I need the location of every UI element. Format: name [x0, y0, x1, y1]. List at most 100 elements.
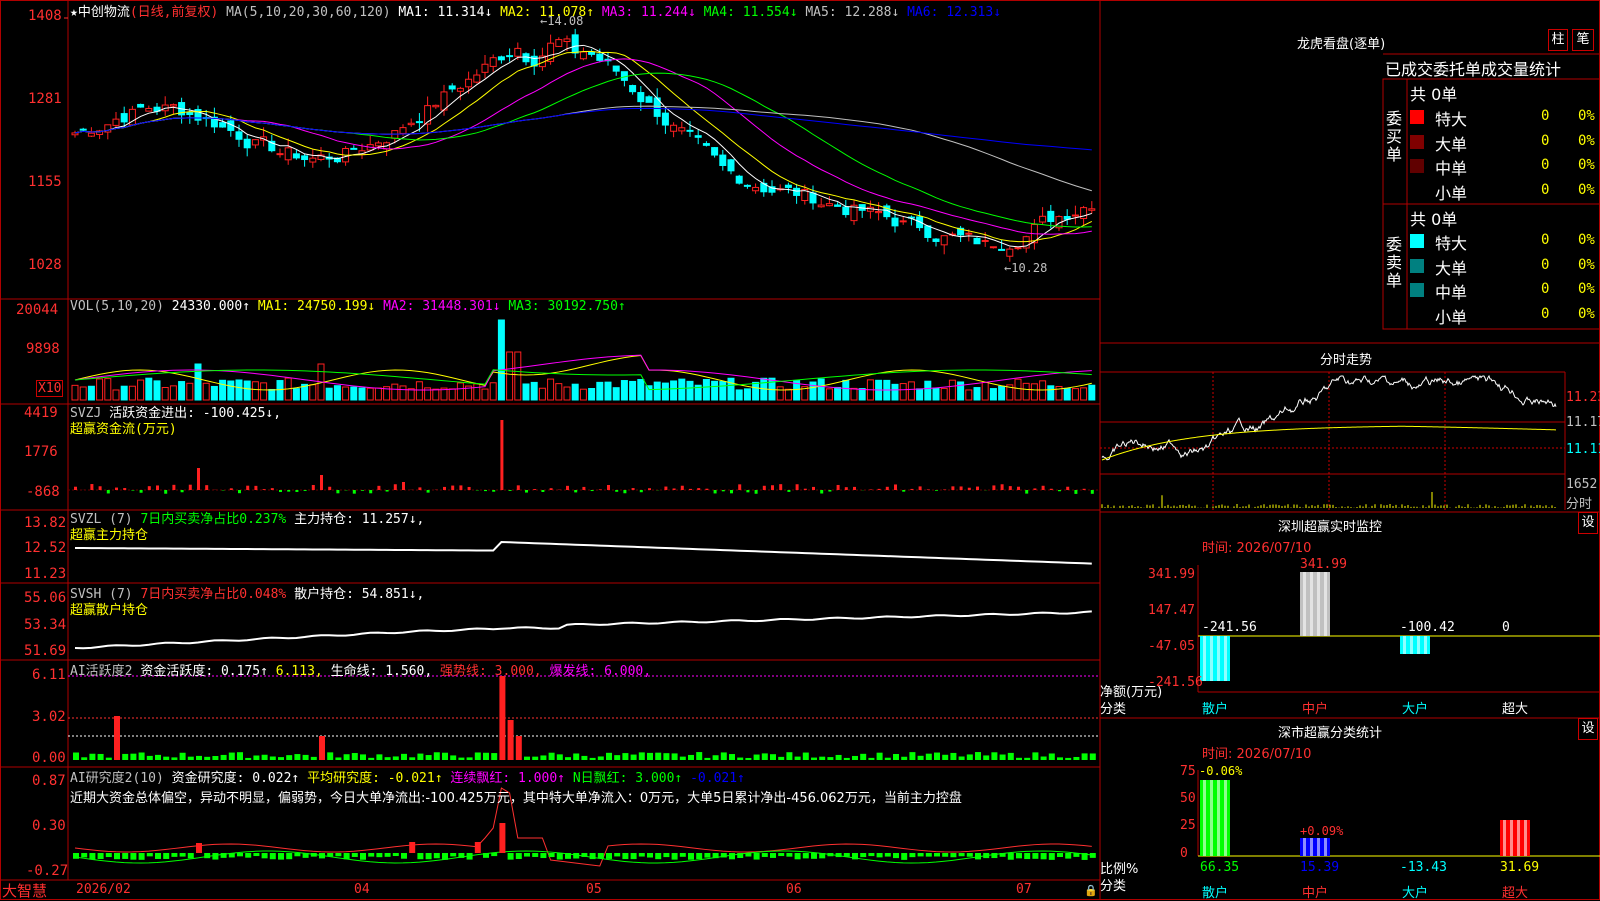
volume-bar	[605, 382, 611, 400]
candle-body	[138, 104, 144, 107]
ai2-bar	[647, 853, 653, 858]
volume-bar	[712, 381, 718, 400]
volume-bar	[933, 388, 939, 400]
svzj-bar	[992, 485, 995, 490]
svzj-bar	[591, 490, 594, 491]
order-count: 0	[1541, 232, 1549, 248]
candle-body	[785, 185, 791, 187]
ai1-bar	[573, 753, 579, 760]
y-label-main-0: 1408	[28, 8, 62, 24]
brand-logo[interactable]: 大智慧	[2, 880, 47, 901]
monitor-settings-button[interactable]: 设	[1578, 512, 1598, 534]
sell-total: 共 0单	[1410, 206, 1457, 230]
cls-cat-3: 超大	[1502, 882, 1528, 901]
main-chart-canvas[interactable]	[0, 0, 1600, 900]
ai1-bar	[467, 757, 473, 760]
cls-bar-super-stripe	[1524, 820, 1527, 856]
svzj-bar	[812, 487, 815, 490]
svzj-bar	[246, 486, 249, 490]
order-pct: 0%	[1578, 108, 1595, 124]
ai1-bar	[1008, 753, 1014, 760]
volume-bar	[1048, 386, 1054, 400]
svzj-bar	[845, 487, 848, 490]
ai1-bar	[729, 754, 735, 760]
lock-icon[interactable]: 🔒	[1084, 884, 1098, 897]
volume-bar	[728, 378, 734, 400]
volume-bar	[630, 381, 636, 400]
tick-mode-button[interactable]: 笔	[1572, 29, 1594, 51]
svzj-bar	[615, 490, 618, 492]
mon-bar-retail-stripe	[1203, 636, 1206, 681]
order-size-label: 大单	[1435, 131, 1467, 155]
volume-bar	[785, 389, 791, 400]
legend-swatch	[1410, 259, 1424, 273]
svzj-bar	[304, 490, 307, 491]
bar-mode-button[interactable]: 柱	[1548, 29, 1568, 51]
svzj-bar	[804, 489, 807, 490]
candle-body	[310, 158, 316, 162]
ai1-bar	[1065, 758, 1071, 760]
volume-bar	[351, 387, 357, 400]
mon-bar-large-stripe	[1424, 636, 1427, 654]
ai1-bar	[704, 758, 710, 760]
ai1-bar	[737, 758, 743, 760]
svzj-title: 超赢资金流(万元)	[70, 418, 177, 437]
cls-y-1: 50	[1180, 791, 1196, 806]
svzj-bar	[1058, 490, 1061, 491]
svzj-bar	[468, 487, 471, 490]
ai2-bar	[171, 853, 177, 857]
stock-name[interactable]: 中创物流	[78, 5, 130, 20]
order-size-label: 小单	[1435, 304, 1467, 328]
fenshi-title[interactable]: 分时走势	[1320, 349, 1372, 368]
candle-body	[892, 218, 898, 226]
svzj-bar	[156, 485, 159, 490]
ai2-bar	[877, 853, 883, 857]
svzj-bar	[402, 482, 405, 490]
svzj-bar	[287, 490, 290, 492]
ai1-bar	[188, 757, 194, 760]
volume-bar	[966, 390, 972, 400]
candle-body	[794, 188, 800, 195]
svzj-bar	[705, 489, 708, 490]
candle-body	[818, 205, 824, 207]
ai2-bar	[73, 853, 79, 859]
mon-val-2: -100.42	[1400, 620, 1455, 635]
ai2-bar	[442, 853, 448, 860]
candle-body	[490, 58, 496, 67]
ai2-bar	[926, 853, 932, 857]
vol-unit-badge[interactable]: X10	[36, 380, 63, 397]
order-count: 0	[1541, 182, 1549, 198]
ma-label: MA(5,10,20,30,60,120)	[226, 5, 390, 20]
candle-body	[400, 128, 406, 134]
ma6-value: MA6: 12.313↓	[907, 5, 1001, 20]
ai2-bar	[606, 853, 612, 859]
ai2-bar	[655, 853, 661, 859]
mon-bar-large-stripe	[1403, 636, 1406, 654]
ai2-research: 资金研究度: 0.022↑	[172, 771, 300, 786]
volume-bar	[917, 389, 923, 400]
cls-val-0: 66.35	[1200, 860, 1239, 875]
ai2-bar	[196, 843, 202, 853]
ai2-bar	[163, 853, 169, 859]
candle-body	[121, 114, 127, 122]
ma5-value: MA5: 12.288↓	[805, 5, 899, 20]
adjust-mode[interactable]: (日线,前复权)	[130, 5, 218, 20]
volume-bar	[638, 380, 644, 400]
svzj-bar	[763, 486, 766, 490]
ai2-bar	[237, 853, 243, 856]
ai1-bar	[975, 752, 981, 760]
cls-val-2: -13.43	[1400, 860, 1447, 875]
ai2-bar	[827, 853, 833, 856]
ai1-bar	[401, 754, 407, 760]
volume-bar	[892, 384, 898, 400]
ai1-b: 6.113,	[276, 664, 323, 679]
svzj-bar	[74, 487, 77, 490]
ai2-bar	[270, 853, 276, 859]
classify-settings-button[interactable]: 设	[1578, 718, 1598, 740]
ai2-bar	[770, 853, 776, 858]
y-label-svzl-0: 13.82	[24, 515, 66, 531]
ai1-bar	[713, 755, 719, 760]
main-header: ★中创物流(日线,前复权) MA(5,10,20,30,60,120) MA1:…	[70, 1, 1001, 20]
volume-bar	[851, 388, 857, 400]
volume-bar	[97, 379, 103, 400]
